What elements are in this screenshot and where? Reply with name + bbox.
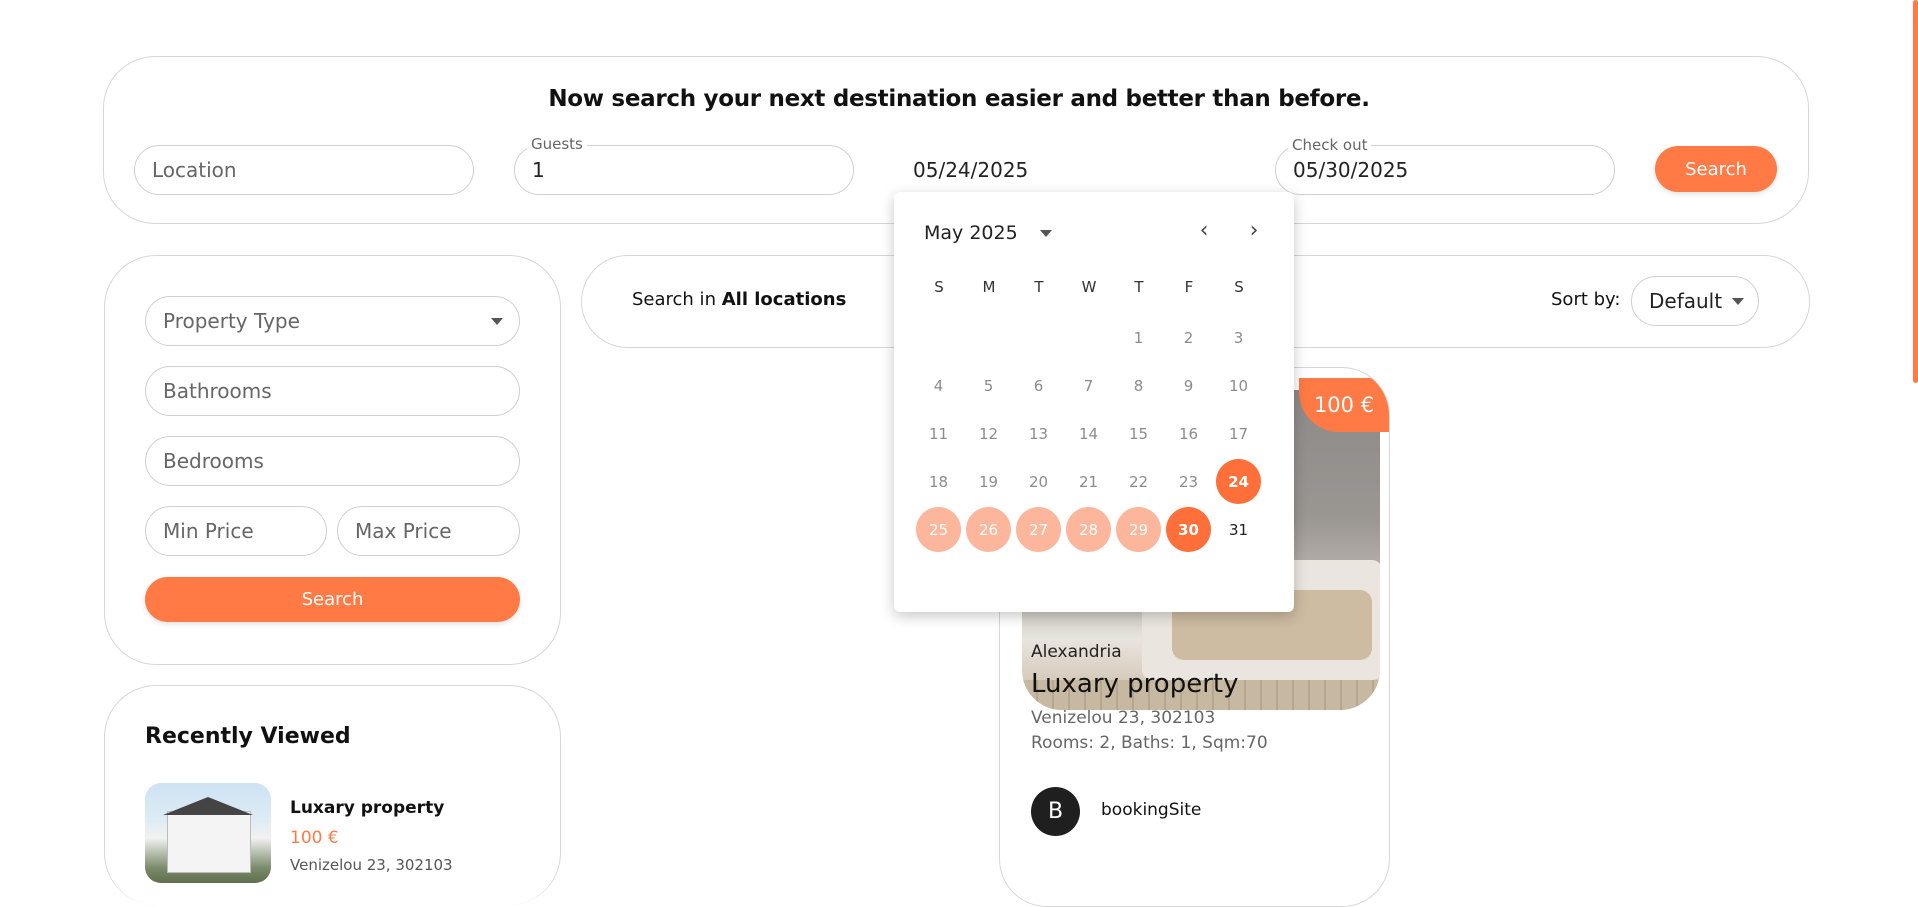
checkin-input[interactable]: 05/24/2025 xyxy=(895,145,1235,195)
calendar-day[interactable]: 28 xyxy=(1066,507,1111,552)
location-placeholder: Location xyxy=(152,158,237,182)
location-input[interactable]: Location xyxy=(134,145,474,195)
calendar-day[interactable]: 15 xyxy=(1116,411,1161,456)
results-location: All locations xyxy=(721,289,847,310)
min-price-input[interactable]: Min Price xyxy=(145,506,327,556)
calendar-day[interactable]: 7 xyxy=(1066,363,1111,408)
calendar-day[interactable]: 2 xyxy=(1166,315,1211,360)
host-name[interactable]: bookingSite xyxy=(1101,800,1201,820)
calendar-day[interactable]: 31 xyxy=(1216,507,1261,552)
guests-value: 1 xyxy=(532,158,545,182)
sort-select[interactable]: Default xyxy=(1631,276,1759,326)
calendar-day[interactable]: 12 xyxy=(966,411,1011,456)
calendar-day[interactable]: 23 xyxy=(1166,459,1211,504)
calendar-day[interactable]: 11 xyxy=(916,411,961,456)
recently-viewed-title: Recently Viewed xyxy=(145,724,351,749)
next-month-icon[interactable]: › xyxy=(1242,218,1266,243)
chevron-down-icon xyxy=(491,317,503,325)
listing-address: Venizelou 23, 302103 xyxy=(1031,708,1216,728)
calendar-day[interactable]: 5 xyxy=(966,363,1011,408)
calendar-day[interactable]: 13 xyxy=(1016,411,1061,456)
bathrooms-input[interactable]: Bathrooms xyxy=(145,366,520,416)
bedrooms-placeholder: Bedrooms xyxy=(163,449,264,473)
calendar-day[interactable]: 26 xyxy=(966,507,1011,552)
calendar-day[interactable]: 14 xyxy=(1066,411,1111,456)
calendar-day[interactable]: 17 xyxy=(1216,411,1261,456)
calendar-day[interactable]: 27 xyxy=(1016,507,1061,552)
host-avatar[interactable]: B xyxy=(1031,787,1080,836)
calendar-day[interactable]: 9 xyxy=(1166,363,1211,408)
top-search-button[interactable]: Search xyxy=(1655,146,1777,192)
search-headline: Now search your next destination easier … xyxy=(548,86,1370,112)
weekday-label: S xyxy=(934,278,944,296)
listing-title[interactable]: Luxary property xyxy=(1031,669,1238,699)
date-picker: May 2025 ‹ › SMTWTFS 1 2 3 4 5 6 7 8 9 10 11 12 13 14… xyxy=(894,192,1294,612)
property-type-select[interactable]: Property Type xyxy=(145,296,520,346)
calendar-day[interactable]: 16 xyxy=(1166,411,1211,456)
calendar-day[interactable]: 24 xyxy=(1216,459,1261,504)
host-initial: B xyxy=(1047,799,1064,824)
price-value: 100 € xyxy=(1313,393,1375,417)
calendar-day[interactable]: 30 xyxy=(1166,507,1211,552)
checkout-value: 05/30/2025 xyxy=(1293,158,1409,182)
calendar-day[interactable]: 3 xyxy=(1216,315,1261,360)
chevron-down-icon xyxy=(1039,229,1052,237)
recent-item-address: Venizelou 23, 302103 xyxy=(290,856,453,874)
calendar-day[interactable]: 25 xyxy=(916,507,961,552)
results-search-prefix: Search in xyxy=(632,289,716,310)
top-search-label: Search xyxy=(1685,158,1747,180)
weekday-label: M xyxy=(982,278,996,296)
calendar-day[interactable]: 29 xyxy=(1116,507,1161,552)
guests-label: Guests xyxy=(527,135,587,153)
calendar-day[interactable]: 4 xyxy=(916,363,961,408)
weekday-label: W xyxy=(1081,278,1097,296)
calendar-day[interactable]: 6 xyxy=(1016,363,1061,408)
weekday-label: S xyxy=(1234,278,1244,296)
weekday-label: F xyxy=(1184,278,1194,296)
calendar-day[interactable]: 8 xyxy=(1116,363,1161,408)
calendar-day[interactable]: 1 xyxy=(1116,315,1161,360)
listing-city: Alexandria xyxy=(1031,642,1122,662)
weekday-label: T xyxy=(1134,278,1144,296)
calendar-day[interactable]: 18 xyxy=(916,459,961,504)
month-label: May 2025 xyxy=(924,222,1018,244)
filter-search-label: Search xyxy=(301,589,364,610)
bedrooms-input[interactable]: Bedrooms xyxy=(145,436,520,486)
max-price-placeholder: Max Price xyxy=(355,519,452,543)
checkout-label: Check out xyxy=(1288,136,1372,154)
weekday-label: T xyxy=(1034,278,1044,296)
calendar-day[interactable]: 21 xyxy=(1066,459,1111,504)
prev-month-icon[interactable]: ‹ xyxy=(1192,218,1216,243)
sort-label: Sort by: xyxy=(1551,289,1621,310)
recent-item-title[interactable]: Luxary property xyxy=(290,798,444,818)
calendar-day[interactable]: 20 xyxy=(1016,459,1061,504)
recent-item-price: 100 € xyxy=(290,828,339,848)
sort-value: Default xyxy=(1649,289,1723,313)
chevron-down-icon xyxy=(1732,297,1744,305)
checkin-value: 05/24/2025 xyxy=(913,158,1029,182)
recent-item-thumbnail[interactable] xyxy=(145,783,271,883)
month-selector[interactable]: May 2025 xyxy=(924,222,1052,244)
scrollbar[interactable] xyxy=(1913,0,1918,383)
listing-details: Rooms: 2, Baths: 1, Sqm:70 xyxy=(1031,733,1268,753)
property-type-label: Property Type xyxy=(163,309,300,333)
results-location-text: Search in All locations xyxy=(632,289,846,310)
calendar-day[interactable]: 19 xyxy=(966,459,1011,504)
calendar-day[interactable]: 10 xyxy=(1216,363,1261,408)
calendar-day[interactable]: 22 xyxy=(1116,459,1161,504)
max-price-input[interactable]: Max Price xyxy=(337,506,520,556)
bathrooms-placeholder: Bathrooms xyxy=(163,379,272,403)
filter-search-button[interactable]: Search xyxy=(145,577,520,622)
min-price-placeholder: Min Price xyxy=(163,519,254,543)
